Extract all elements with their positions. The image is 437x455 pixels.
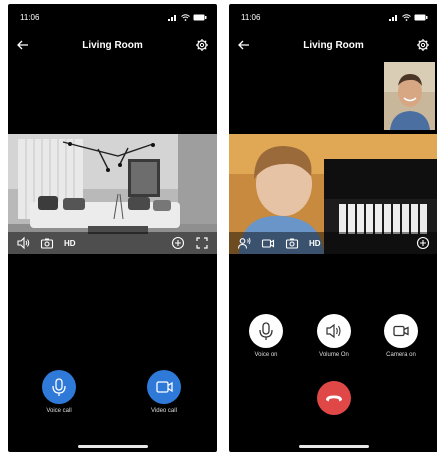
phone-screen-call: 11:06 Living Room HD Voice on Volume On …	[229, 4, 437, 452]
nav-header: Living Room	[229, 36, 437, 54]
video-camera-icon	[384, 314, 418, 348]
status-icons	[168, 13, 207, 21]
signal-icon	[168, 14, 176, 21]
back-arrow-icon[interactable]	[16, 38, 30, 52]
voice-on-label: Voice on	[254, 352, 278, 358]
home-indicator	[77, 445, 148, 448]
voice-call-button[interactable]	[42, 370, 76, 404]
phone-screen-idle: 11:06 Living Room HD Voice call Video ca…	[8, 4, 217, 452]
camera-feed-child: HD	[229, 134, 437, 254]
self-view-pip[interactable]	[384, 62, 435, 130]
fullscreen-icon[interactable]	[195, 236, 209, 250]
status-bar: 11:06	[20, 11, 207, 23]
page-title: Living Room	[82, 39, 143, 51]
voice-call-label: Voice call	[46, 408, 72, 414]
talk-person-icon[interactable]	[237, 236, 251, 250]
camera-feed-living-room: HD	[8, 134, 217, 254]
snapshot-camera-icon[interactable]	[285, 236, 299, 250]
add-circle-icon[interactable]	[416, 236, 430, 250]
self-view-image	[384, 62, 435, 130]
video-camera-icon	[147, 370, 181, 404]
microphone-icon	[249, 314, 283, 348]
back-arrow-icon[interactable]	[237, 38, 251, 52]
video-call-label: Video call	[151, 408, 177, 414]
speaker-icon	[317, 314, 351, 348]
battery-icon	[414, 14, 428, 20]
status-icons	[389, 13, 428, 21]
settings-gear-icon[interactable]	[416, 38, 430, 52]
video-camera-icon[interactable]	[261, 236, 275, 250]
home-indicator	[298, 445, 369, 448]
volume-on-label: Volume On	[319, 352, 349, 358]
status-time: 11:06	[20, 12, 40, 22]
battery-icon	[193, 14, 207, 20]
hd-toggle[interactable]: HD	[309, 239, 321, 248]
video-call-button[interactable]	[147, 370, 181, 404]
status-time: 11:06	[241, 12, 261, 22]
settings-gear-icon[interactable]	[195, 38, 209, 52]
wifi-icon	[181, 13, 190, 21]
hang-up-phone-icon	[317, 381, 351, 415]
speaker-icon[interactable]	[16, 236, 30, 250]
volume-on-button[interactable]	[317, 314, 351, 348]
hang-up-button[interactable]	[317, 381, 351, 415]
video-toolbar: HD	[8, 232, 217, 254]
voice-on-button[interactable]	[249, 314, 283, 348]
add-circle-icon[interactable]	[171, 236, 185, 250]
camera-on-label: Camera on	[386, 352, 416, 358]
video-toolbar: HD	[229, 232, 437, 254]
wifi-icon	[402, 13, 411, 21]
hd-toggle[interactable]: HD	[64, 239, 76, 248]
camera-on-button[interactable]	[384, 314, 418, 348]
snapshot-camera-icon[interactable]	[40, 236, 54, 250]
signal-icon	[389, 14, 397, 21]
status-bar: 11:06	[241, 11, 428, 23]
microphone-icon	[42, 370, 76, 404]
page-title: Living Room	[303, 39, 364, 51]
nav-header: Living Room	[8, 36, 217, 54]
